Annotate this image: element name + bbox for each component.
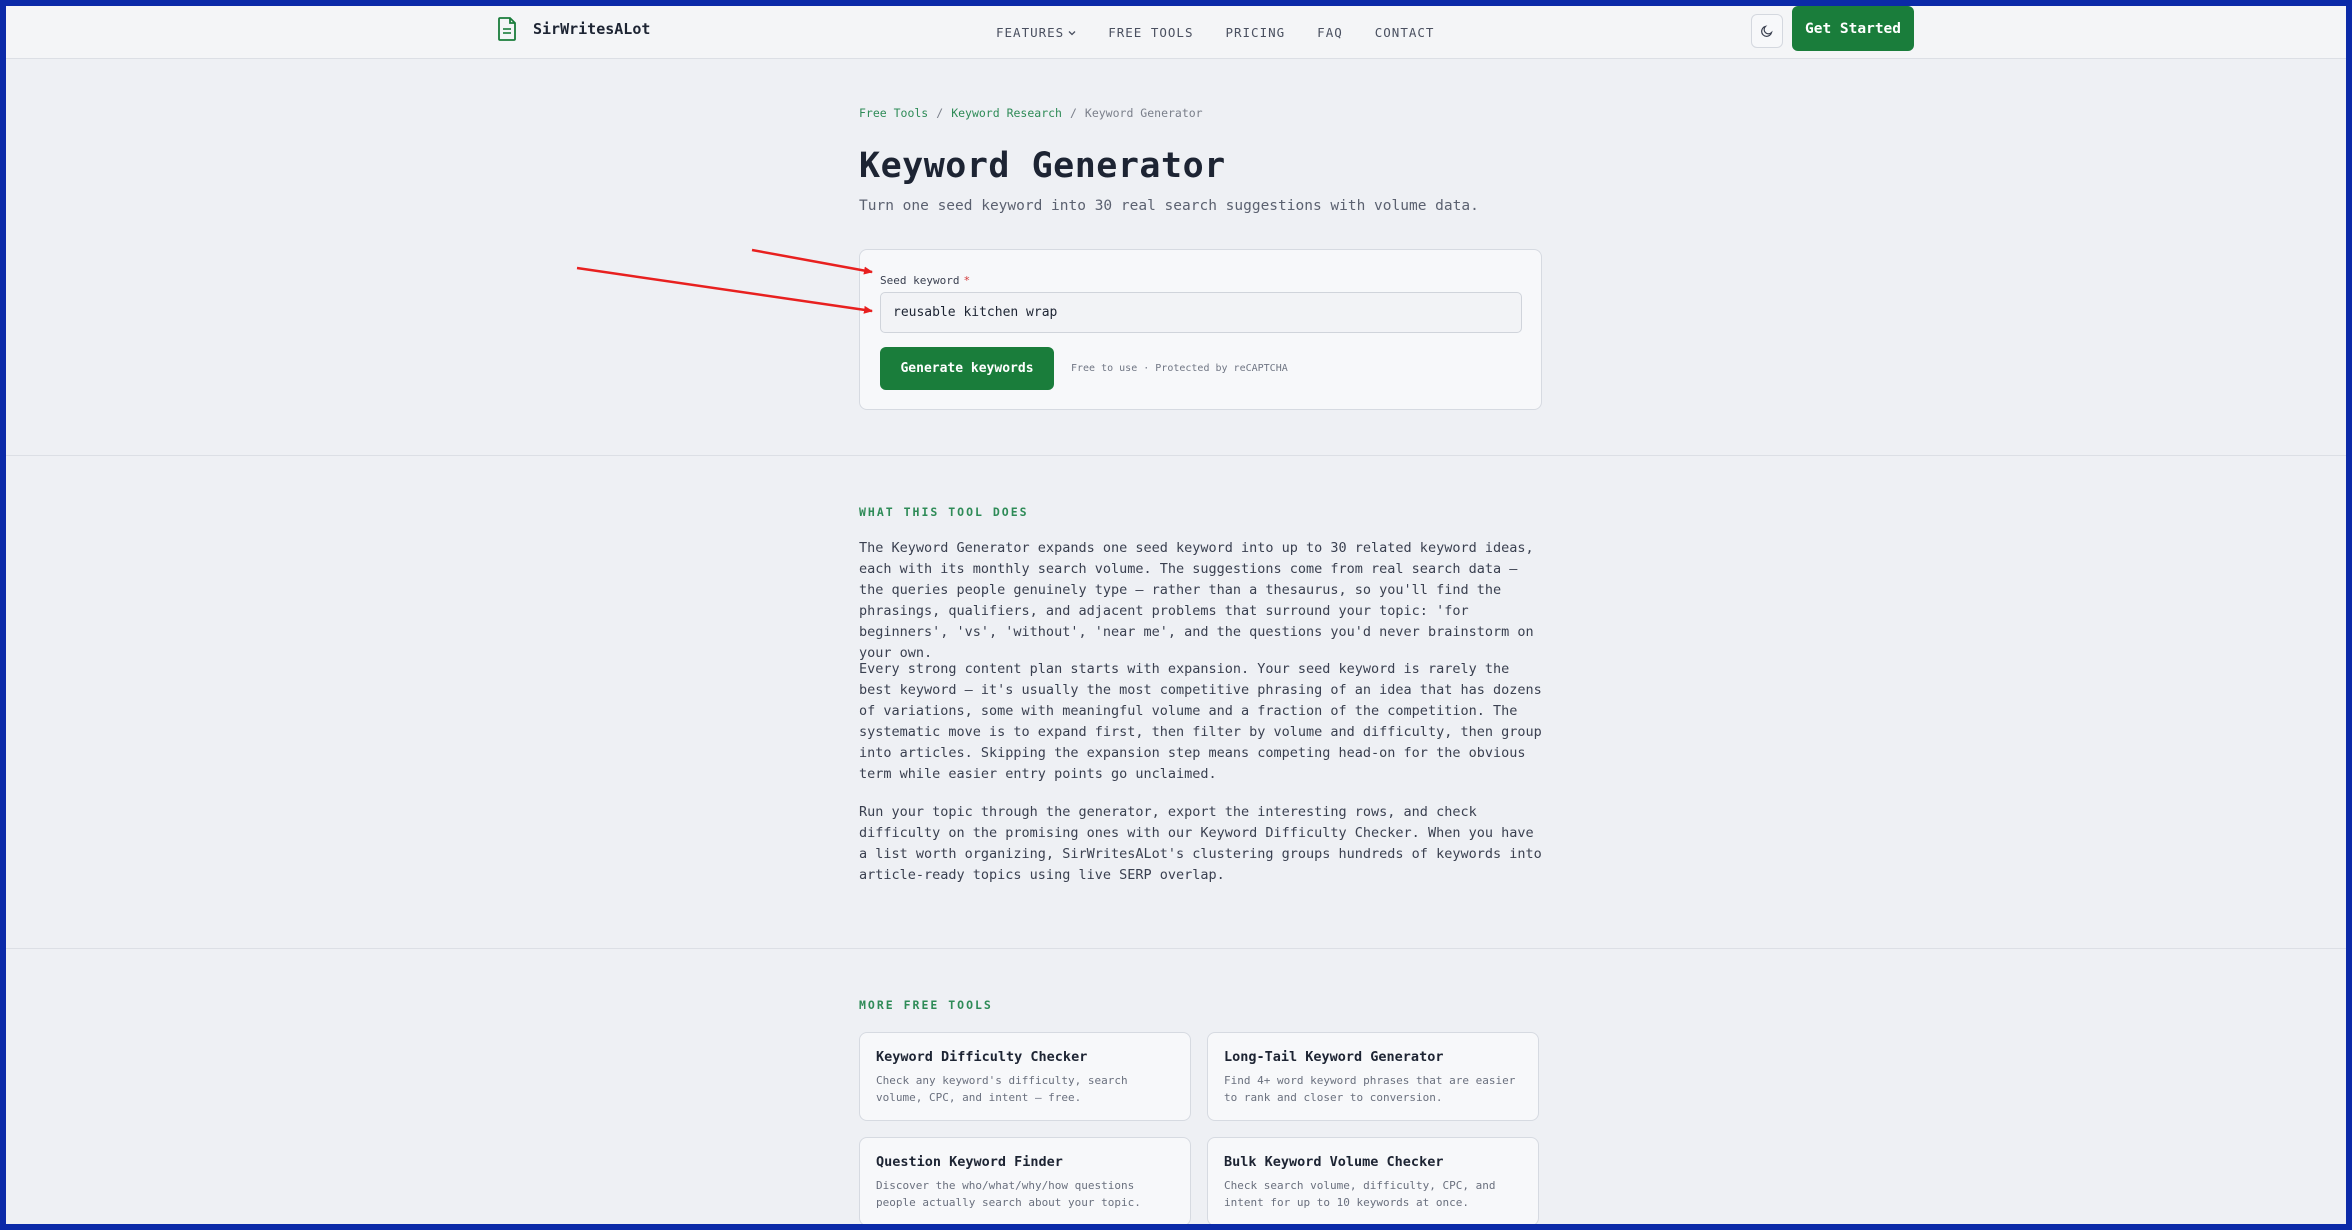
browser-viewport: SirWritesALot FEATURES FREE TOOLS PRICIN… [6,6,2346,1224]
annotation-arrows [576,248,873,314]
annotation-arrow [751,248,873,275]
annotation-arrow [576,266,873,314]
